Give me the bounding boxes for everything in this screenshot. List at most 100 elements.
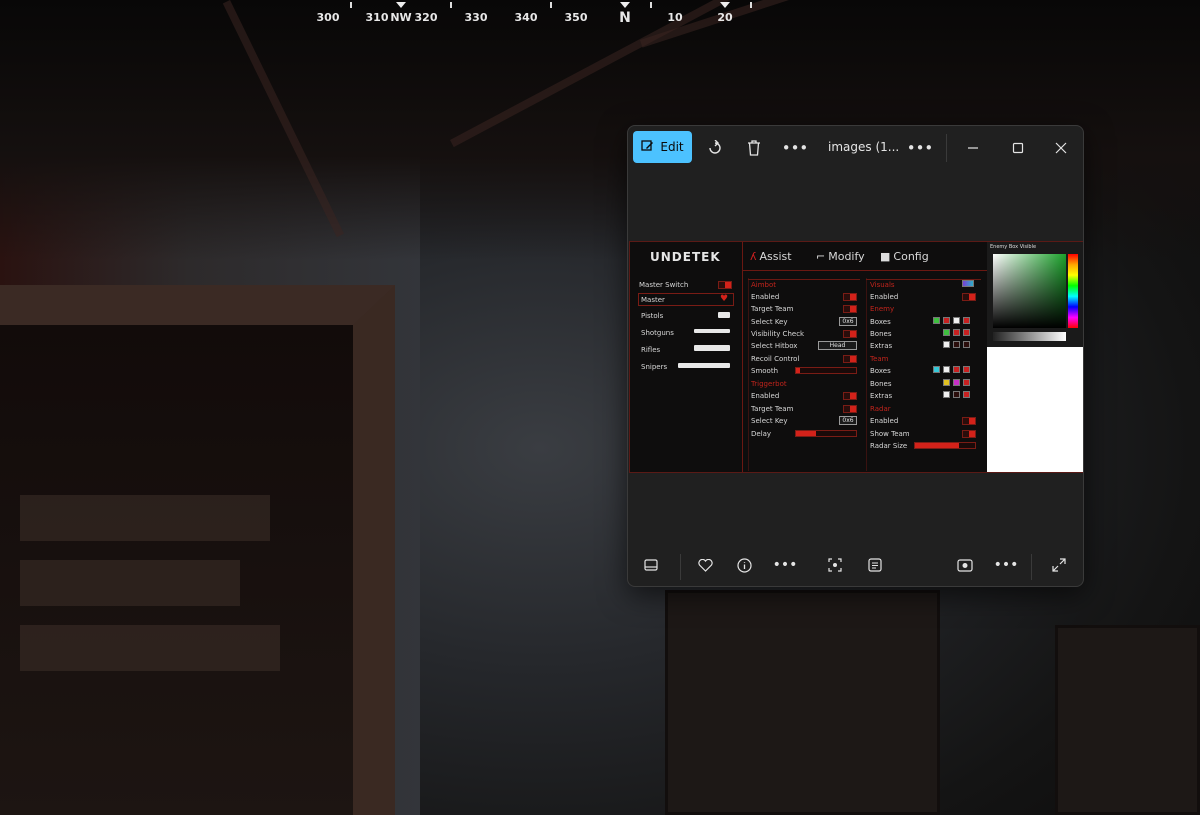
plank	[20, 625, 280, 671]
color-swatch	[963, 391, 970, 398]
screen-capture-icon[interactable]	[952, 552, 978, 578]
color-swatch	[963, 317, 970, 324]
master-switch-label: Master Switch	[639, 281, 689, 289]
team-bones: Bones	[870, 380, 892, 388]
aimbot-target-team: Target Team	[751, 305, 794, 313]
color-swatch	[943, 329, 950, 336]
visuals-enabled: Enabled	[870, 293, 899, 301]
visuals-heading: Visuals	[870, 281, 895, 289]
edit-label: Edit	[660, 140, 684, 154]
color-picker-panel: Enemy Box Visible	[987, 242, 1083, 472]
title-bar[interactable]: Edit ••• images (1... •••	[628, 126, 1083, 170]
radar-size-slider	[914, 442, 976, 449]
visibility-check-toggle	[843, 330, 857, 338]
shotgun-icon	[694, 329, 730, 333]
filmstrip-icon[interactable]	[638, 552, 664, 578]
triggerbot-delay: Delay	[751, 430, 772, 438]
rifle-icon	[694, 345, 730, 351]
more-icon[interactable]: •••	[772, 552, 798, 578]
minimize-icon[interactable]	[960, 135, 986, 161]
compass-label: 330	[464, 11, 488, 24]
color-swatch	[963, 329, 970, 336]
aimbot-enabled-toggle	[843, 293, 857, 301]
color-swatch	[953, 379, 960, 386]
compass-label: 300	[316, 11, 340, 24]
color-swatch	[963, 341, 970, 348]
triggerbot-heading: Triggerbot	[751, 380, 787, 388]
color-swatch	[953, 329, 960, 336]
compass-north: N	[619, 10, 631, 26]
expand-icon[interactable]	[1046, 552, 1072, 578]
panel-divider	[742, 242, 743, 472]
delay-slider	[795, 430, 857, 437]
photos-viewer-window[interactable]: Edit ••• images (1... ••• UNDETEK ʎ Assis…	[627, 125, 1084, 587]
visuals-enabled-toggle	[962, 293, 976, 301]
menu-item-pistols: Pistols	[641, 312, 664, 320]
heart-shield-icon: ♥	[720, 294, 729, 304]
displayed-image: UNDETEK ʎ Assist ⌐ Modify ■ Config Master S…	[629, 241, 1083, 473]
color-swatch	[962, 280, 974, 287]
tab-divider	[742, 270, 987, 271]
sniper-icon	[678, 363, 730, 368]
radar-size: Radar Size	[870, 442, 908, 450]
aimbot-recoil-control: Recoil Control	[751, 355, 800, 363]
color-swatch	[943, 341, 950, 348]
menu-item-rifles: Rifles	[641, 346, 661, 354]
radar-show-team-toggle	[962, 430, 976, 438]
file-name: images (1...	[828, 140, 900, 154]
more-icon[interactable]: •••	[907, 135, 934, 161]
scan-icon[interactable]	[822, 552, 848, 578]
triggerbot-select-key: Select Key	[751, 417, 788, 425]
triggerbot-enabled-toggle	[843, 392, 857, 400]
compass-marker	[396, 2, 406, 8]
aimbot-key-box: 0x6	[839, 317, 857, 326]
aimbot-heading: Aimbot	[751, 281, 777, 289]
tab-config: ■ Config	[880, 250, 929, 263]
compass-label: 310	[365, 11, 389, 24]
plank	[20, 560, 240, 606]
maximize-icon[interactable]	[1005, 135, 1031, 161]
menu-item-shotguns: Shotguns	[641, 329, 674, 337]
compass-label: 350	[564, 11, 588, 24]
color-picker: Enemy Box Visible	[987, 242, 1083, 347]
compass-bar: 300 310 NW 320 330 340 350 N 10 20	[300, 0, 760, 28]
color-swatch	[943, 391, 950, 398]
more-icon[interactable]: •••	[993, 552, 1019, 578]
edit-button[interactable]: Edit	[633, 131, 692, 163]
aimbot-select-key: Select Key	[751, 318, 788, 326]
aimbot-enabled: Enabled	[751, 293, 780, 301]
radar-enabled-toggle	[962, 417, 976, 425]
edit-image-icon	[641, 139, 654, 155]
bottom-toolbar: ••• •••	[628, 544, 1083, 586]
trash-icon[interactable]	[741, 135, 767, 161]
close-icon[interactable]	[1048, 135, 1074, 161]
color-swatch	[953, 341, 960, 348]
radar-heading: Radar	[870, 405, 891, 413]
compass-label: NW	[390, 11, 412, 24]
text-scan-icon[interactable]	[862, 552, 888, 578]
info-icon[interactable]	[731, 552, 757, 578]
compass-label: 340	[514, 11, 538, 24]
more-icon[interactable]: •••	[782, 135, 809, 161]
tab-assist: ʎ Assist	[750, 250, 792, 263]
rotate-icon[interactable]	[702, 135, 728, 161]
aimbot-target-team-toggle	[843, 305, 857, 313]
color-swatch	[933, 366, 940, 373]
compass-marker	[620, 2, 630, 8]
triggerbot-target-team-toggle	[843, 405, 857, 413]
recoil-control-toggle	[843, 355, 857, 363]
heart-icon[interactable]	[692, 552, 718, 578]
aimbot-smooth: Smooth	[751, 367, 779, 375]
enemy-extras: Extras	[870, 342, 893, 350]
color-swatch	[963, 366, 970, 373]
team-boxes: Boxes	[870, 367, 891, 375]
smooth-slider	[795, 367, 857, 374]
compass-label: 20	[717, 11, 733, 24]
color-swatch	[953, 391, 960, 398]
wooden-crate	[1055, 625, 1200, 815]
divider	[946, 134, 947, 162]
pistol-icon	[718, 312, 730, 318]
color-swatch	[933, 317, 940, 324]
master-switch-toggle	[718, 281, 732, 289]
hue-bar	[1068, 254, 1078, 328]
